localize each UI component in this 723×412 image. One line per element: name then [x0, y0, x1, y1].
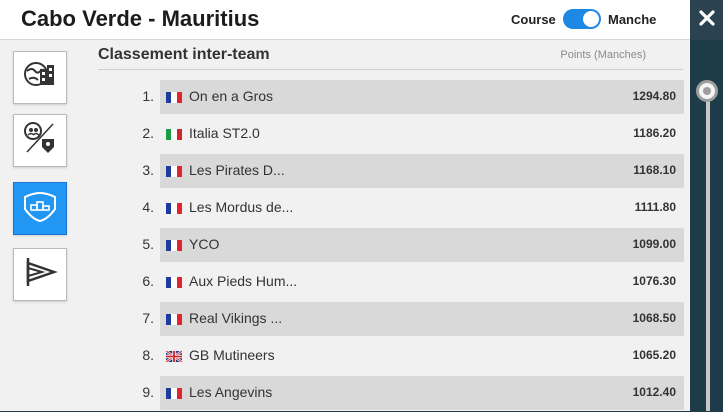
rank-number: 6. [142, 273, 154, 289]
team-name: Aux Pieds Hum... [189, 273, 298, 289]
toggle-manche-label[interactable]: Manche [608, 12, 656, 27]
team-points: 1294.80 [632, 89, 676, 103]
flag-gb-icon [166, 351, 182, 362]
ranking-panel: Cabo Verde - Mauritius Course Manche Cla… [0, 0, 718, 411]
rank-number: 3. [142, 162, 154, 178]
flag-fr-icon [166, 203, 182, 214]
toggle-knob[interactable] [583, 11, 599, 27]
rank-number: 9. [142, 384, 154, 400]
team-name: Les Mordus de... [189, 199, 294, 215]
course-manche-toggle[interactable] [563, 9, 601, 29]
list-item[interactable]: 8. GB Mutineers 1065.20 [0, 338, 700, 375]
rank-number: 4. [142, 199, 154, 215]
team-name: Les Pirates D... [189, 162, 285, 178]
team-points: 1012.40 [632, 385, 676, 399]
rank-number: 2. [142, 125, 154, 141]
team-name: Real Vikings ... [189, 310, 283, 326]
team-points: 1099.00 [632, 237, 676, 251]
flag-it-icon [166, 129, 182, 140]
team-name: Italia ST2.0 [189, 125, 260, 141]
flag-fr-icon [166, 240, 182, 251]
list-item[interactable]: 3. Les Pirates D... 1168.10 [0, 153, 700, 190]
team-points: 1068.50 [632, 311, 676, 325]
list-item[interactable]: 4. Les Mordus de... 1111.80 [0, 190, 700, 227]
rank-number: 5. [142, 236, 154, 252]
panel-title: Cabo Verde - Mauritius [21, 6, 260, 31]
list-item[interactable]: 9. Les Angevins 1012.40 [0, 375, 700, 412]
close-button[interactable] [690, 0, 723, 40]
list-item[interactable]: 2. Italia ST2.0 1186.20 [0, 116, 700, 153]
flag-fr-icon [166, 92, 182, 103]
team-points: 1186.20 [633, 126, 676, 140]
row-background [160, 228, 684, 262]
team-points: 1168.10 [633, 163, 676, 177]
scrollbar-track[interactable] [706, 92, 710, 411]
panel-header: Cabo Verde - Mauritius Course Manche [0, 0, 690, 40]
rank-number: 8. [142, 347, 154, 363]
flag-fr-icon [166, 314, 182, 325]
ranking-subtitle: Points (Manches) [560, 49, 646, 61]
list-item[interactable]: 7. Real Vikings ... 1068.50 [0, 301, 700, 338]
list-item[interactable]: 1. On en a Gros 1294.80 [0, 79, 700, 116]
flag-fr-icon [166, 277, 182, 288]
rank-number: 7. [142, 310, 154, 326]
list-item[interactable]: 5. YCO 1099.00 [0, 227, 700, 264]
toggle-course-label[interactable]: Course [511, 12, 556, 27]
close-icon [698, 9, 716, 32]
list-item[interactable]: 6. Aux Pieds Hum... 1076.30 [0, 264, 700, 301]
team-name: YCO [189, 236, 220, 252]
team-points: 1111.80 [634, 200, 676, 214]
scrollbar-handle[interactable] [696, 80, 718, 102]
rank-number: 1. [142, 88, 154, 104]
team-name: GB Mutineers [189, 347, 275, 363]
team-name: On en a Gros [189, 88, 274, 104]
divider [98, 69, 683, 70]
team-points: 1065.20 [632, 348, 676, 362]
ranking-title: Classement inter-team [98, 46, 270, 63]
flag-fr-icon [166, 166, 182, 177]
team-points: 1076.30 [632, 274, 676, 288]
ranking-list: 1. On en a Gros 1294.80 2. Italia ST2.0 1186.… [0, 79, 700, 412]
team-name: Les Angevins [189, 384, 273, 400]
flag-fr-icon [166, 388, 182, 399]
